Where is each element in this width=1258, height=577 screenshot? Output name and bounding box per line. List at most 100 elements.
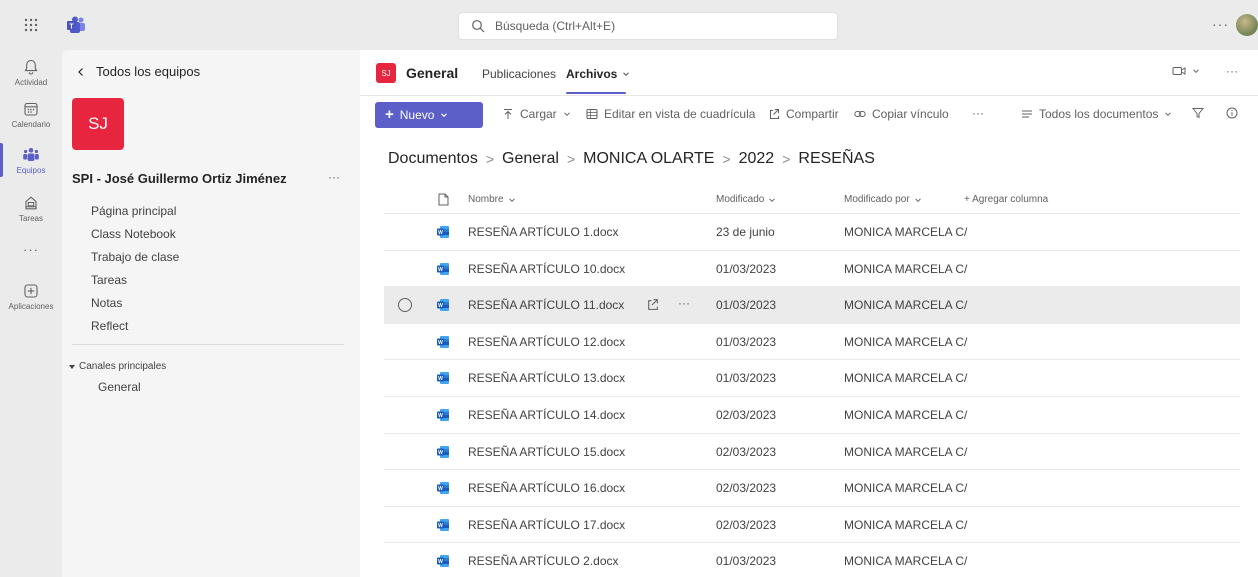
grid-view-button[interactable]: Editar en vista de cuadrícula (586, 107, 755, 121)
channels-header[interactable]: Canales principales (68, 361, 166, 372)
nav-item-class-notebook[interactable]: Class Notebook (91, 223, 179, 246)
breadcrumb-item[interactable]: Documentos (388, 150, 478, 168)
file-name[interactable]: RESEÑA ARTÍCULO 15.docx (468, 445, 625, 459)
rail-item-assignments[interactable]: Tareas (0, 194, 62, 223)
teams-logo-icon: T (67, 16, 85, 33)
file-name[interactable]: RESEÑA ARTÍCULO 10.docx (468, 262, 625, 276)
table-row[interactable]: W RESEÑA ARTÍCULO 14.docx 02/03/2023 MONICA… (384, 397, 1240, 434)
table-row[interactable]: W RESEÑA ARTÍCULO 17.docx 02/03/2023 MONICA… (384, 507, 1240, 544)
table-row[interactable]: W RESEÑA ARTÍCULO 1.docx 23 de junio MONICA… (384, 214, 1240, 251)
tab-posts[interactable]: Publicaciones (482, 67, 556, 81)
filter-button[interactable] (1192, 107, 1204, 119)
modified-date: 23 de junio (716, 225, 775, 239)
table-row[interactable]: W RESEÑA ARTÍCULO 13.docx 01/03/2023 MONICA… (384, 360, 1240, 397)
search-input[interactable]: Búsqueda (Ctrl+Alt+E) (458, 12, 838, 40)
new-button[interactable]: + Nuevo (375, 102, 483, 128)
tab-files[interactable]: Archivos (566, 67, 630, 81)
all-teams-label: Todos los equipos (96, 64, 201, 79)
team-avatar: SJ (72, 98, 124, 150)
team-panel: Todos los equipos SJ SPI - José Guillerm… (62, 50, 360, 577)
nav-item-home[interactable]: Página principal (91, 200, 179, 223)
file-name[interactable]: RESEÑA ARTÍCULO 17.docx (468, 518, 625, 532)
add-column-button[interactable]: + Agregar columna (964, 194, 1048, 205)
rail-item-teams[interactable]: Equipos (0, 146, 62, 175)
column-header-modified-by[interactable]: Modificado por (844, 194, 922, 205)
modified-date: 02/03/2023 (716, 444, 777, 459)
row-select-radio[interactable] (398, 298, 412, 313)
breadcrumb-item[interactable]: General (502, 150, 559, 168)
word-doc-icon: W (437, 372, 449, 385)
nav-item-grades[interactable]: Notas (91, 292, 179, 315)
file-name[interactable]: RESEÑA ARTÍCULO 12.docx (468, 335, 625, 349)
svg-text:W: W (438, 267, 443, 273)
rail-label: Actividad (14, 78, 48, 87)
column-header-name[interactable]: Nombre (468, 194, 516, 205)
table-row[interactable]: W RESEÑA ARTÍCULO 16.docx 02/03/2023 MONICA… (384, 470, 1240, 507)
nav-item-classwork[interactable]: Trabajo de clase (91, 246, 179, 269)
chevron-down-icon (769, 197, 776, 202)
nav-item-assignments[interactable]: Tareas (91, 269, 179, 292)
modified-by: MONICA MARCELA C/ (844, 517, 968, 532)
chevron-down-icon (508, 197, 515, 202)
modified-date: 01/03/2023 (716, 298, 777, 313)
svg-text:W: W (438, 559, 443, 565)
file-name[interactable]: RESEÑA ARTÍCULO 13.docx (468, 371, 625, 385)
channel-item-general[interactable]: General (98, 380, 141, 394)
bell-icon (24, 59, 38, 75)
all-teams-link[interactable]: Todos los equipos (76, 64, 200, 79)
file-name[interactable]: RESEÑA ARTÍCULO 2.docx (468, 554, 619, 568)
channel-avatar: SJ (376, 63, 396, 83)
share-icon (770, 109, 779, 119)
plus-icon: + (385, 105, 394, 123)
teams-icon (23, 148, 39, 161)
table-row[interactable]: W RESEÑA ARTÍCULO 10.docx 01/03/2023 MONICA… (384, 251, 1240, 288)
toolbar-more-button[interactable]: ··· (972, 106, 984, 120)
user-avatar[interactable] (1236, 14, 1258, 36)
svg-text:W: W (438, 523, 443, 529)
modified-by: MONICA MARCELA C/ (844, 554, 968, 569)
channel-more-button[interactable]: ··· (1226, 64, 1238, 78)
team-name: SPI - José Guillermo Ortiz Jiménez (72, 171, 287, 186)
copy-link-button[interactable]: Copiar vínculo (854, 107, 949, 121)
modified-by: MONICA MARCELA C/ (844, 407, 968, 422)
modified-by: MONICA MARCELA C/ (844, 371, 968, 386)
row-more-button[interactable]: ··· (678, 296, 690, 310)
chevron-down-icon (563, 112, 570, 117)
app-launcher-icon[interactable] (24, 18, 38, 32)
column-header-modified[interactable]: Modificado (716, 194, 776, 205)
nav-item-reflect[interactable]: Reflect (91, 315, 179, 338)
rail-item-calendar[interactable]: Calendario (0, 100, 62, 129)
svg-text:W: W (438, 376, 443, 382)
table-row[interactable]: W RESEÑA ARTÍCULO 12.docx 01/03/2023 MONICA… (384, 324, 1240, 361)
team-more-button[interactable]: ··· (328, 170, 340, 184)
file-name[interactable]: RESEÑA ARTÍCULO 14.docx (468, 408, 625, 422)
rail-item-apps[interactable]: Aplicaciones (0, 282, 62, 311)
file-name[interactable]: RESEÑA ARTÍCULO 1.docx (468, 225, 619, 239)
modified-by: MONICA MARCELA C/ (844, 334, 968, 349)
modified-by: MONICA MARCELA C/ (844, 444, 968, 459)
table-row[interactable]: W RESEÑA ARTÍCULO 11.docx ··· 01/03/2023 MON… (384, 287, 1240, 324)
share-button[interactable]: Compartir (768, 107, 839, 121)
file-name[interactable]: RESEÑA ARTÍCULO 16.docx (468, 481, 625, 495)
file-name[interactable]: RESEÑA ARTÍCULO 11.docx (468, 298, 624, 312)
rail-more-button[interactable]: ··· (0, 242, 62, 257)
app-rail: Actividad Calendario Equipos Tareas ··· … (0, 50, 62, 577)
svg-text:T: T (69, 24, 74, 31)
breadcrumb-item[interactable]: MONICA OLARTE (583, 150, 714, 168)
column-header-modified-by-label: Modificado por (844, 194, 910, 205)
settings-more-button[interactable]: ··· (1212, 16, 1229, 32)
table-row[interactable]: W RESEÑA ARTÍCULO 2.docx 01/03/2023 MONICA … (384, 543, 1240, 577)
search-placeholder: Búsqueda (Ctrl+Alt+E) (495, 19, 616, 33)
breadcrumb-item[interactable]: 2022 (739, 150, 775, 168)
table-row[interactable]: W RESEÑA ARTÍCULO 15.docx 02/03/2023 MONICA… (384, 434, 1240, 471)
view-selector[interactable]: Todos los documentos (1021, 107, 1172, 121)
table-header: Nombre Modificado Modificado por + Agreg… (384, 186, 1240, 214)
share-icon[interactable] (646, 298, 659, 311)
chevron-left-icon (78, 67, 83, 76)
meet-button[interactable] (1172, 65, 1200, 77)
assignments-icon (25, 196, 37, 210)
upload-button[interactable]: Cargar (502, 107, 571, 121)
info-button[interactable] (1226, 107, 1238, 119)
list-icon (1022, 110, 1032, 118)
rail-item-activity[interactable]: Actividad (0, 58, 62, 87)
